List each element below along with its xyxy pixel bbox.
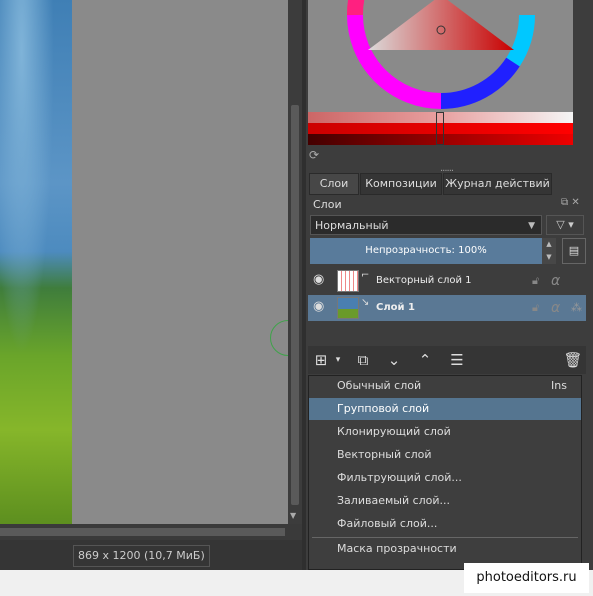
alpha-icon[interactable]: α <box>551 295 560 321</box>
layer-thumbnail <box>337 297 359 319</box>
opacity-slider[interactable]: Непрозрачность: 100% <box>310 238 542 264</box>
menu-item-clone-layer[interactable]: Клонирующий слой <box>309 421 581 443</box>
menu-item-filter-layer[interactable]: Фильтрующий слой... <box>309 467 581 489</box>
scrollbar-thumb[interactable] <box>0 528 285 536</box>
vertical-scrollbar[interactable]: ▼ <box>288 0 302 524</box>
menu-item-label: Векторный слой <box>337 448 432 461</box>
menu-item-label: Фильтрующий слой... <box>337 471 462 484</box>
delete-icon[interactable]: 🗑︎ <box>562 349 584 371</box>
layer-properties-button[interactable]: ▤ <box>562 238 586 264</box>
layer-name[interactable]: Слой 1 <box>376 295 415 321</box>
layer-row[interactable]: ◉ ↘ Слой 1 🔓︎ α ⁂ <box>308 295 586 321</box>
blend-mode-value: Нормальный <box>315 219 389 232</box>
duplicate-icon[interactable]: ⧉ <box>352 349 374 371</box>
slider-handle[interactable] <box>436 112 444 145</box>
menu-item-paint-layer[interactable]: Обычный слой Ins <box>309 375 581 397</box>
horizontal-scrollbar[interactable] <box>0 524 302 540</box>
docker-float-close-icons[interactable]: ⧉ ✕ <box>561 197 580 208</box>
menu-item-vector-layer[interactable]: Векторный слой <box>309 444 581 466</box>
chevron-down-icon: ▼ <box>528 221 535 231</box>
menu-item-label: Клонирующий слой <box>337 425 451 438</box>
canvas-image[interactable] <box>0 0 72 524</box>
tab-layers[interactable]: Слои <box>309 173 359 195</box>
move-down-icon[interactable]: ⌄ <box>383 349 405 371</box>
color-wheel[interactable] <box>308 0 573 112</box>
lock-icon[interactable]: 🔓︎ <box>532 268 539 294</box>
menu-item-shortcut: Ins <box>551 379 567 392</box>
layer-thumbnail <box>337 270 359 292</box>
menu-item-transparency-mask[interactable]: Маска прозрачности <box>309 538 581 560</box>
tab-history[interactable]: Журнал действий <box>443 173 552 195</box>
scrollbar-thumb[interactable] <box>291 105 299 505</box>
opacity-label: Непрозрачность: <box>365 245 455 256</box>
docker-title: Слои <box>313 198 342 211</box>
menu-item-label: Групповой слой <box>337 402 430 415</box>
chevron-down-icon[interactable]: ▾ <box>332 349 344 371</box>
menu-item-group-layer[interactable]: Групповой слой <box>309 398 581 420</box>
inherit-alpha-icon[interactable]: ⁂ <box>571 295 582 321</box>
refresh-icon[interactable]: ⟳ <box>309 148 323 162</box>
eye-icon[interactable]: ◉ <box>313 300 327 314</box>
menu-item-label: Заливаемый слой... <box>337 494 451 507</box>
vector-layer-icon: ⌐ <box>361 270 370 281</box>
opacity-spinner[interactable]: ▲ ▼ <box>542 238 556 264</box>
eye-icon[interactable]: ◉ <box>313 273 327 287</box>
canvas-background[interactable] <box>72 0 288 524</box>
filter-button[interactable]: ▽ ▾ <box>546 215 584 235</box>
menu-item-label: Файловый слой... <box>337 517 438 530</box>
paint-layer-icon: ↘ <box>361 297 370 308</box>
lock-icon[interactable]: 🔓︎ <box>532 295 539 321</box>
menu-item-label: Маска прозрачности <box>337 542 457 555</box>
scroll-down-icon[interactable]: ▼ <box>290 511 296 520</box>
add-layer-icon[interactable]: ⊞ <box>310 349 332 371</box>
alpha-icon[interactable]: α <box>551 268 560 294</box>
color-selector[interactable] <box>308 0 573 112</box>
properties-icon: ▤ <box>568 244 580 257</box>
filter-icon: ▽ ▾ <box>556 218 574 231</box>
move-up-icon[interactable]: ⌃ <box>414 349 436 371</box>
blend-mode-select[interactable]: Нормальный ▼ <box>310 215 542 235</box>
menu-item-fill-layer[interactable]: Заливаемый слой... <box>309 490 581 512</box>
watermark: photoeditors.ru <box>464 563 589 593</box>
properties-icon[interactable]: ☰ <box>446 349 468 371</box>
menu-item-file-layer[interactable]: Файловый слой... <box>309 513 581 535</box>
image-size-status: 869 x 1200 (10,7 МиБ) <box>73 545 210 567</box>
layer-row[interactable]: ◉ ⌐ Векторный слой 1 🔓︎ α <box>308 268 586 294</box>
layer-name[interactable]: Векторный слой 1 <box>376 268 472 294</box>
layers-list-empty-area <box>308 322 586 346</box>
opacity-value: 100% <box>458 245 487 256</box>
tab-compositions[interactable]: Композиции <box>360 173 442 195</box>
menu-item-label: Обычный слой <box>337 379 422 392</box>
